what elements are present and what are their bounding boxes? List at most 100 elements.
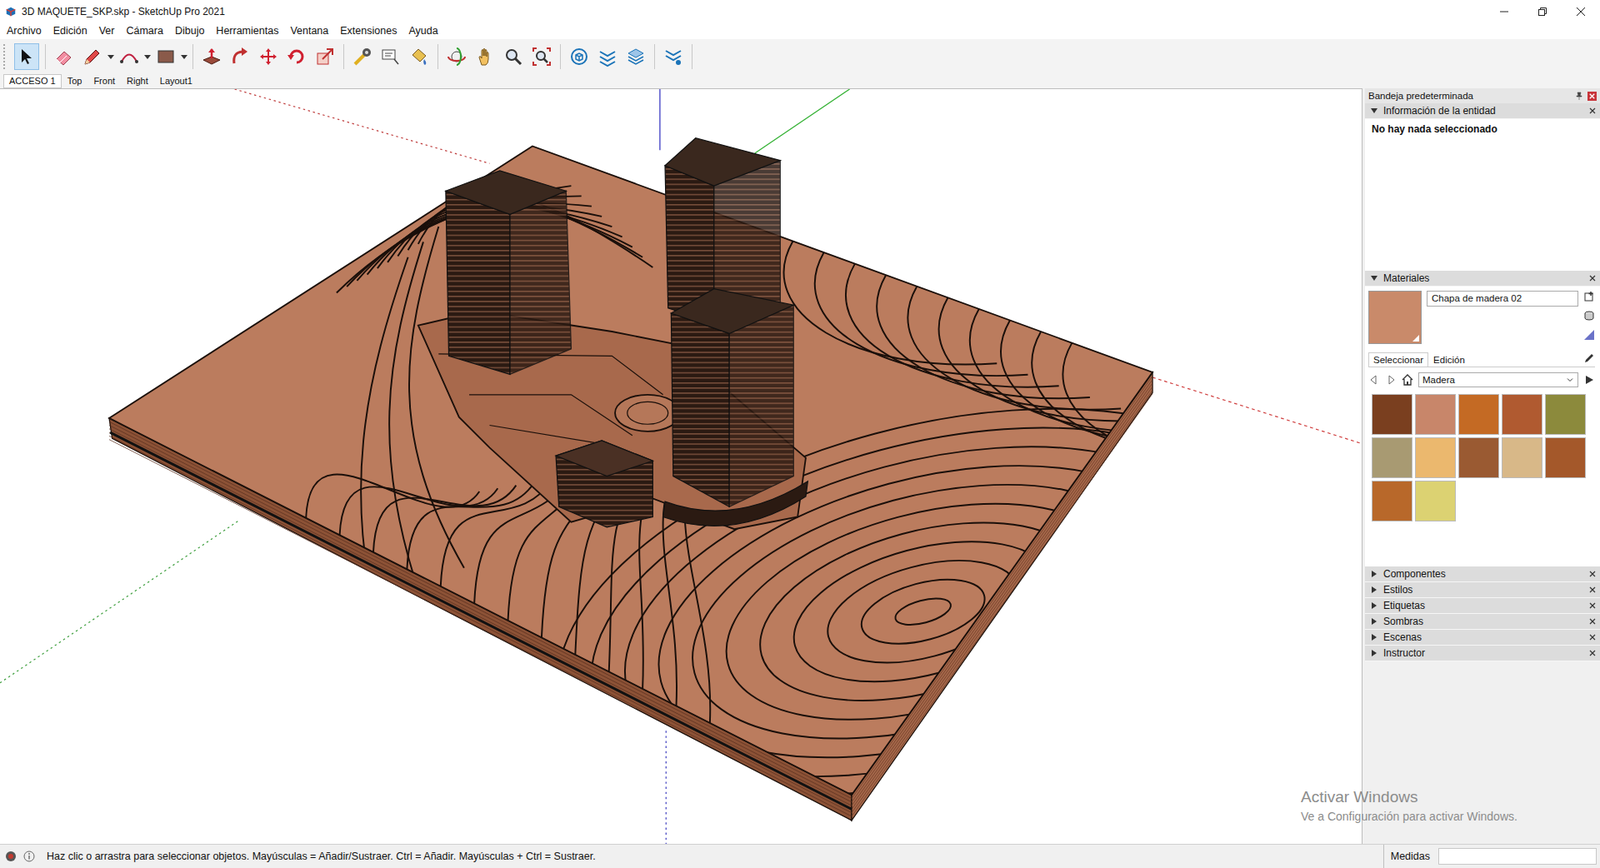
menu-item[interactable]: Dibujo <box>169 25 210 37</box>
tool-dropdown[interactable] <box>180 43 189 70</box>
panel-close-icon[interactable] <box>1588 274 1597 283</box>
menu-item[interactable]: Ventana <box>284 25 335 37</box>
tool-button[interactable] <box>153 43 179 70</box>
material-swatches <box>1368 394 1595 522</box>
window-title: 3D MAQUETE_SKP.skp - SketchUp Pro 2021 <box>21 5 1485 18</box>
sample-paint-icon[interactable] <box>1583 352 1595 365</box>
tray-panel-header[interactable]: Escenas <box>1365 630 1600 646</box>
material-swatch[interactable] <box>1545 394 1586 435</box>
material-swatch[interactable] <box>1371 437 1413 479</box>
measurements-field[interactable] <box>1438 848 1597 865</box>
menu-item[interactable]: Edición <box>47 25 94 37</box>
tool-dropdown[interactable] <box>106 43 115 70</box>
material-swatch[interactable] <box>1371 394 1413 435</box>
panel-close-icon[interactable] <box>1588 617 1597 626</box>
material-swatch[interactable] <box>1458 394 1500 435</box>
tool-button[interactable] <box>378 43 404 70</box>
tool-button[interactable] <box>566 43 592 70</box>
chevron-down-icon <box>1565 375 1575 385</box>
tool-button[interactable] <box>472 43 498 70</box>
tool-button[interactable] <box>80 43 105 70</box>
tool-button[interactable] <box>660 43 686 70</box>
tool-button[interactable] <box>595 43 620 70</box>
toolbar-separator <box>654 44 655 70</box>
tool-button[interactable] <box>199 43 225 70</box>
tray-panel-header[interactable]: Instructor <box>1365 645 1600 662</box>
material-swatch[interactable] <box>1545 437 1586 479</box>
pin-icon[interactable] <box>1575 91 1584 100</box>
panel-close-icon[interactable] <box>1588 633 1597 642</box>
scene-tab[interactable]: ACCESO 1 <box>3 74 62 89</box>
library-dropdown[interactable]: Madera <box>1418 372 1579 388</box>
library-name: Madera <box>1422 375 1455 385</box>
low-building <box>555 440 653 528</box>
tray-close-icon[interactable] <box>1587 91 1597 101</box>
minimize-button[interactable] <box>1485 0 1524 23</box>
tool-button[interactable] <box>284 43 310 70</box>
menu-item[interactable]: Ver <box>93 25 121 37</box>
materials-tab[interactable]: Edición <box>1428 352 1470 367</box>
menu-item[interactable]: Cámara <box>120 25 169 37</box>
back-arrow-icon[interactable] <box>1368 374 1380 386</box>
menu-item[interactable]: Herramientas <box>210 25 285 37</box>
panel-close-icon[interactable] <box>1588 601 1597 610</box>
tool-button[interactable] <box>500 43 526 70</box>
tool-button[interactable] <box>116 43 142 70</box>
tool-dropdown[interactable] <box>143 43 152 70</box>
tool-button[interactable] <box>51 43 77 70</box>
scene-tab[interactable]: Front <box>87 74 121 89</box>
menu-item[interactable]: Extensiones <box>334 25 403 37</box>
tray-panel-header[interactable]: Etiquetas <box>1365 598 1600 615</box>
tool-button[interactable] <box>529 43 555 70</box>
model-viewport[interactable] <box>0 88 1363 845</box>
materials-tab[interactable]: Seleccionar <box>1368 352 1429 367</box>
ext-icon <box>663 46 684 67</box>
material-cylinder-icon[interactable] <box>1583 310 1595 322</box>
material-swatch[interactable] <box>1501 437 1543 479</box>
panel-close-icon[interactable] <box>1588 570 1597 579</box>
default-material-icon[interactable] <box>1583 329 1595 341</box>
scene-tab[interactable]: Right <box>120 74 155 89</box>
tool-button[interactable] <box>623 43 649 70</box>
material-swatch[interactable] <box>1415 394 1456 435</box>
restore-button[interactable] <box>1523 0 1562 23</box>
tray-panel-header[interactable]: Estilos <box>1365 582 1600 599</box>
menu-item[interactable]: Archivo <box>0 25 48 37</box>
home-icon[interactable] <box>1401 374 1414 386</box>
details-arrow-icon[interactable] <box>1583 374 1595 386</box>
tool-button[interactable] <box>444 43 470 70</box>
panel-title: Estilos <box>1383 584 1589 596</box>
tool-button[interactable] <box>255 43 281 70</box>
tool-button[interactable] <box>312 43 338 70</box>
material-swatch[interactable] <box>1458 437 1500 479</box>
material-swatch[interactable] <box>1501 394 1543 435</box>
scene-tab[interactable]: Layout1 <box>154 74 199 89</box>
tool-button[interactable] <box>406 43 432 70</box>
toolbar-grip[interactable] <box>3 44 8 70</box>
materials-header[interactable]: Materiales <box>1365 270 1600 287</box>
forward-arrow-icon[interactable] <box>1385 374 1397 386</box>
menu-item[interactable]: Ayuda <box>402 25 444 37</box>
tray-panel-header[interactable]: Sombras <box>1365 614 1600 630</box>
panel-close-icon[interactable] <box>1588 106 1597 115</box>
material-swatch[interactable] <box>1415 480 1456 522</box>
panel-close-icon[interactable] <box>1588 585 1597 595</box>
entity-info-header[interactable]: Información de la entidad <box>1365 103 1600 120</box>
material-name-field[interactable]: Chapa de madera 02 <box>1426 290 1579 307</box>
panel-close-icon[interactable] <box>1588 649 1597 658</box>
tray-panel-header[interactable]: Componentes <box>1365 566 1600 583</box>
tool-button[interactable] <box>14 43 40 70</box>
info-icon[interactable] <box>23 850 35 863</box>
close-button[interactable] <box>1561 0 1600 23</box>
toolbar-separator <box>437 44 439 70</box>
tool-button[interactable] <box>350 43 375 70</box>
panel-title: Etiquetas <box>1383 600 1589 612</box>
tool-button[interactable] <box>227 43 253 70</box>
current-material-swatch[interactable] <box>1368 290 1422 345</box>
material-swatch[interactable] <box>1415 437 1456 479</box>
expand-arrow-icon <box>1370 108 1378 114</box>
scene-tab[interactable]: Top <box>61 74 89 89</box>
create-material-icon[interactable] <box>1583 290 1595 303</box>
geo-location-icon[interactable] <box>5 850 17 863</box>
material-swatch[interactable] <box>1371 480 1413 522</box>
